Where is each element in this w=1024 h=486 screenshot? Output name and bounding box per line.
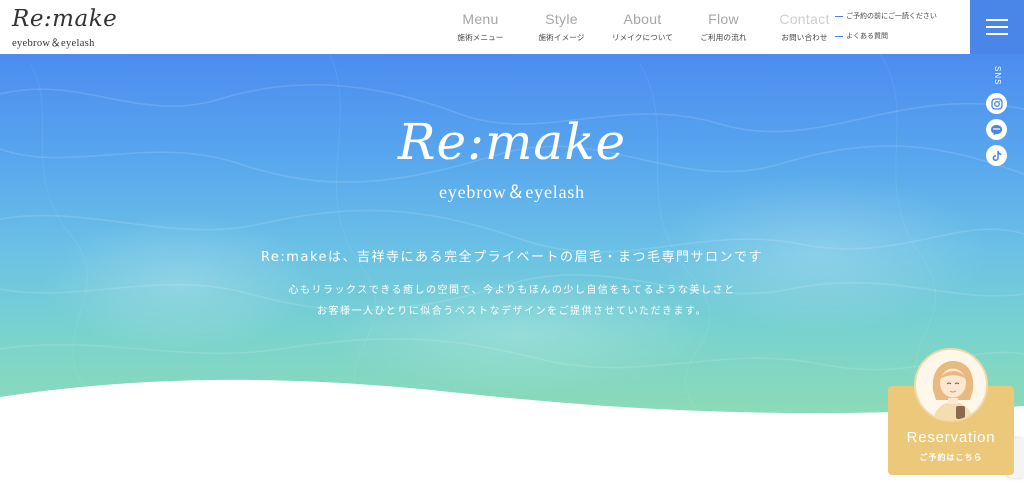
dash-marker: [835, 35, 843, 37]
hero-description: 心もリラックスできる癒しの空間で、今よりもほんの少し自信をもてるような美しさと …: [0, 280, 1024, 322]
reservation-sublabel: ご予約はこちら: [919, 453, 983, 462]
hero-description-line: お客様一人ひとりに似合うベストなデザインをご提供させていただきます。: [317, 306, 707, 317]
tiktok-icon[interactable]: [986, 145, 1007, 167]
hero-logo-wordmark: Re:make: [397, 113, 627, 171]
main-nav: Menu 施術メニュー Style 施術イメージ About リメイクについて …: [440, 10, 845, 43]
nav-item-en-label: Style: [545, 11, 578, 27]
dash-marker: [835, 15, 843, 17]
hero-section: Re:make eyebrow＆eyelash Re:makeは、吉祥寺にある完…: [0, 54, 1024, 424]
hamburger-line: [986, 26, 1008, 28]
sns-links: SNS: [986, 66, 1008, 171]
side-link-label: ご予約の前にご一読ください: [846, 12, 937, 20]
nav-item-contact[interactable]: Contact お問い合わせ: [764, 10, 845, 43]
nav-item-jp-label: お問い合わせ: [781, 33, 828, 42]
water-texture-background: [0, 54, 1024, 424]
nav-item-en-label: Menu: [462, 11, 499, 27]
header-side-links: ご予約の前にご一読ください よくある質問: [835, 11, 937, 51]
nav-item-en-label: Contact: [779, 11, 830, 27]
nav-item-flow[interactable]: Flow ご利用の流れ: [683, 10, 764, 43]
logo-wordmark: Re:make: [12, 6, 118, 32]
nav-item-menu[interactable]: Menu 施術メニュー: [440, 10, 521, 43]
nav-item-jp-label: 施術イメージ: [538, 33, 585, 42]
nav-item-style[interactable]: Style 施術イメージ: [521, 10, 602, 43]
hero-description-line: 心もリラックスできる癒しの空間で、今よりもほんの少し自信をもてるような美しさと: [288, 285, 736, 296]
nav-item-jp-label: リメイクについて: [611, 33, 674, 42]
link-faq[interactable]: よくある質問: [835, 31, 937, 41]
line-icon[interactable]: [986, 119, 1007, 141]
nav-item-jp-label: ご利用の流れ: [700, 33, 747, 42]
link-read-before-booking[interactable]: ご予約の前にご一読ください: [835, 11, 937, 21]
logo-subtitle: eyebrow＆eyelash: [12, 38, 95, 49]
nav-item-en-label: About: [623, 11, 662, 27]
site-header: Re:make eyebrow＆eyelash Menu 施術メニュー Styl…: [0, 0, 1024, 54]
instagram-icon[interactable]: [986, 93, 1007, 115]
side-link-label: よくある質問: [846, 32, 888, 40]
hamburger-line: [986, 19, 1008, 21]
hamburger-line: [986, 33, 1008, 35]
hero-logo: Re:make eyebrow＆eyelash: [0, 112, 1024, 204]
site-logo[interactable]: Re:make eyebrow＆eyelash: [12, 6, 117, 50]
reservation-label: Reservation: [906, 429, 996, 446]
sns-label: SNS: [993, 66, 1002, 86]
hamburger-menu-button[interactable]: [970, 0, 1024, 54]
hero-logo-subtitle: eyebrow＆eyelash: [439, 182, 585, 202]
nav-item-about[interactable]: About リメイクについて: [602, 10, 683, 43]
nav-item-en-label: Flow: [708, 11, 739, 27]
hero-tagline: Re:makeは、吉祥寺にある完全プライベートの眉毛・まつ毛専門サロンです: [260, 250, 764, 265]
staff-avatar-illustration: [914, 348, 988, 422]
nav-item-jp-label: 施術メニュー: [457, 33, 504, 42]
